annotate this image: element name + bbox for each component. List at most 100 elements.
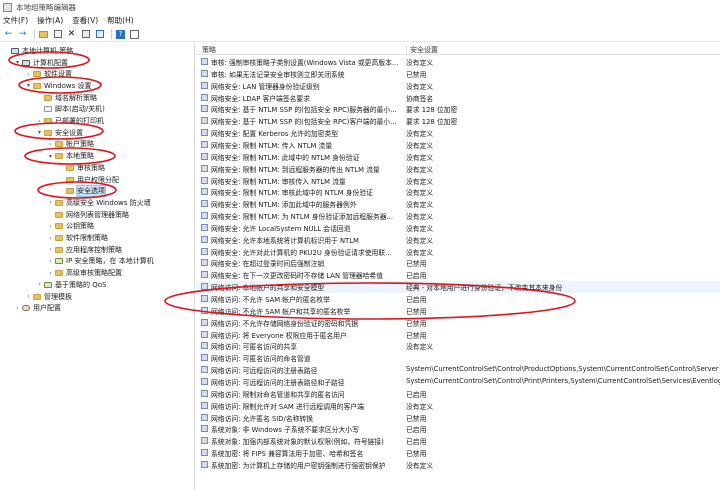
policy-row[interactable]: 网络访问: 限制对命名管道和共享的匿名访问 已启用 <box>196 388 720 400</box>
policy-row[interactable]: 网络安全: 限制 NTLM: 审核传入 NTLM 流量 没有定义 <box>196 175 720 187</box>
policy-setting-icon <box>201 188 208 196</box>
forward-icon[interactable]: → <box>17 29 28 40</box>
policy-row[interactable]: 网络安全: 允许对此计算机的 PKU2U 身份验证请求使用联... 没有定义 <box>196 246 720 258</box>
policy-row[interactable]: 网络安全: 限制 NTLM: 为 NTLM 身份验证添加远程服务器... 没有定义 <box>196 210 720 222</box>
help-icon[interactable]: ? <box>115 29 126 40</box>
policy-row[interactable]: 网络访问: 可匿名访问的共享 没有定义 <box>196 340 720 352</box>
policy-row[interactable]: 网络访问: 将 Everyone 权限应用于匿名用户 已禁用 <box>196 329 720 341</box>
policy-row[interactable]: 网络安全: 在超过登录时间后强制注销 已禁用 <box>196 257 720 269</box>
tree-node[interactable]: ▾ Windows 设置 <box>25 80 92 92</box>
expand-chevron-icon[interactable]: › <box>47 246 54 253</box>
tree-node[interactable]: › 软件限制策略 <box>47 232 108 244</box>
policy-row[interactable]: 系统加密: 为计算机上存储的用户密钥强制进行强密钥保护 没有定义 <box>196 459 720 471</box>
tree-node[interactable]: 审核策略 <box>58 162 105 174</box>
column-header-setting[interactable]: 安全设置 <box>406 45 438 55</box>
policy-row[interactable]: 系统对象: 非 Windows 子系统不要求区分大小写 已启用 <box>196 423 720 435</box>
policy-setting-value: 要求 128 位加密 <box>406 118 458 127</box>
expand-chevron-icon[interactable]: › <box>47 199 54 206</box>
tree-node[interactable]: 本地计算机 策略 <box>3 45 73 57</box>
policy-row[interactable]: 网络安全: LAN 管理器身份验证级别 没有定义 <box>196 80 720 92</box>
tree-node[interactable]: › 基于策略的 QoS <box>36 279 106 291</box>
policy-row[interactable]: 网络安全: 限制 NTLM: 添加此域中的服务器例外 没有定义 <box>196 198 720 210</box>
expand-chevron-icon[interactable]: › <box>25 71 32 78</box>
tree-node[interactable]: › 软件设置 <box>25 68 72 80</box>
tree-node[interactable]: ▾ 安全设置 <box>36 127 83 139</box>
policy-row[interactable]: 系统对象: 加强内部系统对象的默认权限(例如，符号链接) 已启用 <box>196 435 720 447</box>
policy-row[interactable]: 网络访问: 不允许存储网络身份验证的密码和凭据 已禁用 <box>196 317 720 329</box>
policy-row[interactable]: 网络安全: 限制 NTLM: 到远程服务器的传出 NTLM 流量 没有定义 <box>196 163 720 175</box>
tree-node[interactable]: ▾ 计算机配置 <box>14 57 68 69</box>
policy-row[interactable]: 网络安全: 限制 NTLM: 传入 NTLM 流量 没有定义 <box>196 139 720 151</box>
policy-row[interactable]: 网络安全: 基于 NTLM SSP 的(包括安全 RPC)服务器的最小... 要求… <box>196 103 720 115</box>
expand-chevron-icon[interactable]: ▾ <box>25 82 32 89</box>
expand-chevron-icon[interactable]: › <box>47 141 54 148</box>
policy-row[interactable]: 网络访问: 不允许 SAM 帐户和共享的匿名枚举 已禁用 <box>196 305 720 317</box>
policy-row[interactable]: 网络访问: 本地帐户的共享和安全模型 经典 - 对本地用户进行身份验证，不改变其本… <box>196 281 720 293</box>
expand-chevron-icon[interactable]: › <box>25 293 32 300</box>
policy-name: 网络安全: 允许本地系统将计算机标识用于 NTLM <box>211 236 359 245</box>
policy-setting-value: 没有定义 <box>406 189 434 198</box>
tree-node[interactable]: › IP 安全策略，在 本地计算机 <box>47 256 153 268</box>
expand-chevron-icon[interactable]: › <box>47 258 54 265</box>
tree-node[interactable]: 脚本(启动/关机) <box>36 104 105 116</box>
policy-row[interactable]: 网络安全: 限制 NTLM: 审核此域中的 NTLM 身份验证 没有定义 <box>196 186 720 198</box>
menu-bar: 文件(F) 操作(A) 查看(V) 帮助(H) <box>0 14 720 27</box>
policy-row[interactable]: 网络安全: 允许本地系统将计算机标识用于 NTLM 没有定义 <box>196 234 720 246</box>
tree-node[interactable]: 用户权限分配 <box>58 174 119 186</box>
expand-chevron-icon[interactable]: ▾ <box>47 153 54 160</box>
export-list-icon[interactable] <box>94 29 105 40</box>
tree-node[interactable]: › 高级审核策略配置 <box>47 267 122 279</box>
policy-row[interactable]: 网络安全: LDAP 客户端签名要求 协商签名 <box>196 92 720 104</box>
filter-icon[interactable] <box>129 29 140 40</box>
policy-row[interactable]: 网络访问: 限制允许对 SAM 进行远程调用的客户端 没有定义 <box>196 400 720 412</box>
policy-row[interactable]: 网络安全: 允许 LocalSystem NULL 会话回退 没有定义 <box>196 222 720 234</box>
tree-node[interactable]: 安全选项 <box>58 185 106 198</box>
menu-view[interactable]: 查看(V) <box>72 15 98 26</box>
expand-chevron-icon[interactable]: › <box>47 223 54 230</box>
delete-icon[interactable]: ✕ <box>66 29 77 40</box>
policy-row[interactable]: 网络安全: 限制 NTLM: 此域中的 NTLM 身份验证 没有定义 <box>196 151 720 163</box>
tree-node[interactable]: › 已部署的打印机 <box>36 115 104 127</box>
menu-help[interactable]: 帮助(H) <box>107 15 134 26</box>
tree-node[interactable]: › 高级安全 Windows 防火墙 <box>47 197 150 209</box>
tree-node[interactable]: ▾ 本地策略 <box>47 150 94 162</box>
policy-row[interactable]: 网络访问: 可远程访问的注册表路径 System\CurrentControlSe… <box>196 364 720 376</box>
expand-chevron-icon[interactable]: › <box>14 305 21 312</box>
policy-row[interactable]: 网络访问: 允许匿名 SID/名称转换 已禁用 <box>196 412 720 424</box>
tree-node[interactable]: › 管理模板 <box>25 291 72 303</box>
policy-row[interactable]: 网络安全: 基于 NTLM SSP 的(包括安全 RPC)客户端的最小... 要求… <box>196 115 720 127</box>
column-header-policy[interactable]: 策略 <box>202 45 216 55</box>
policy-row[interactable]: 网络访问: 不允许 SAM 帐户的匿名枚举 已启用 <box>196 293 720 305</box>
tree-node[interactable]: › 用户配置 <box>14 302 61 314</box>
folder-icon[interactable] <box>38 29 49 40</box>
expand-chevron-icon[interactable]: › <box>47 235 54 242</box>
folder-icon <box>44 129 52 136</box>
policy-row[interactable]: 网络安全: 在下一次更改密码时不存储 LAN 管理器哈希值 已启用 <box>196 269 720 281</box>
tree-node[interactable]: 域名解析策略 <box>36 92 97 104</box>
policy-setting-value: 已启用 <box>406 296 427 304</box>
expand-chevron-icon[interactable]: › <box>36 281 43 288</box>
properties-icon[interactable] <box>80 29 91 40</box>
policy-row[interactable]: 审核: 强制审核策略子类别设置(Windows Vista 或更高版本... 没有… <box>196 56 720 68</box>
policy-row[interactable]: 系统加密: 将 FIPS 兼容算法用于加密、哈希和签名 已禁用 <box>196 447 720 459</box>
policy-setting-icon <box>201 129 208 137</box>
export-icon[interactable] <box>52 29 63 40</box>
expand-chevron-icon[interactable]: ▾ <box>14 59 21 66</box>
menu-file[interactable]: 文件(F) <box>3 15 28 26</box>
expand-chevron-icon[interactable]: › <box>36 118 43 125</box>
policy-row[interactable]: 审核: 如果无法记录安全审核则立即关闭系统 已禁用 <box>196 68 720 80</box>
policy-setting-value: 要求 128 位加密 <box>406 106 458 115</box>
tree-node[interactable]: › 帐户策略 <box>47 139 94 151</box>
policy-row[interactable]: 网络安全: 配置 Kerberos 允许的加密类型 没有定义 <box>196 127 720 139</box>
tree-node[interactable]: › 公钥策略 <box>47 221 94 233</box>
policy-row[interactable]: 网络访问: 可远程访问的注册表路径和子路径 System\CurrentContr… <box>196 376 720 388</box>
tree-node[interactable]: 网络列表管理器策略 <box>47 209 129 221</box>
expand-chevron-icon[interactable]: › <box>47 270 54 277</box>
policy-setting-value: 协商签名 <box>406 94 434 103</box>
back-icon[interactable]: ← <box>3 29 14 40</box>
menu-action[interactable]: 操作(A) <box>37 15 63 26</box>
expand-chevron-icon[interactable]: ▾ <box>36 129 43 136</box>
policy-setting-icon <box>201 247 208 255</box>
tree-node[interactable]: › 应用程序控制策略 <box>47 244 122 256</box>
policy-row[interactable]: 网络访问: 可匿名访问的命名管道 <box>196 352 720 364</box>
